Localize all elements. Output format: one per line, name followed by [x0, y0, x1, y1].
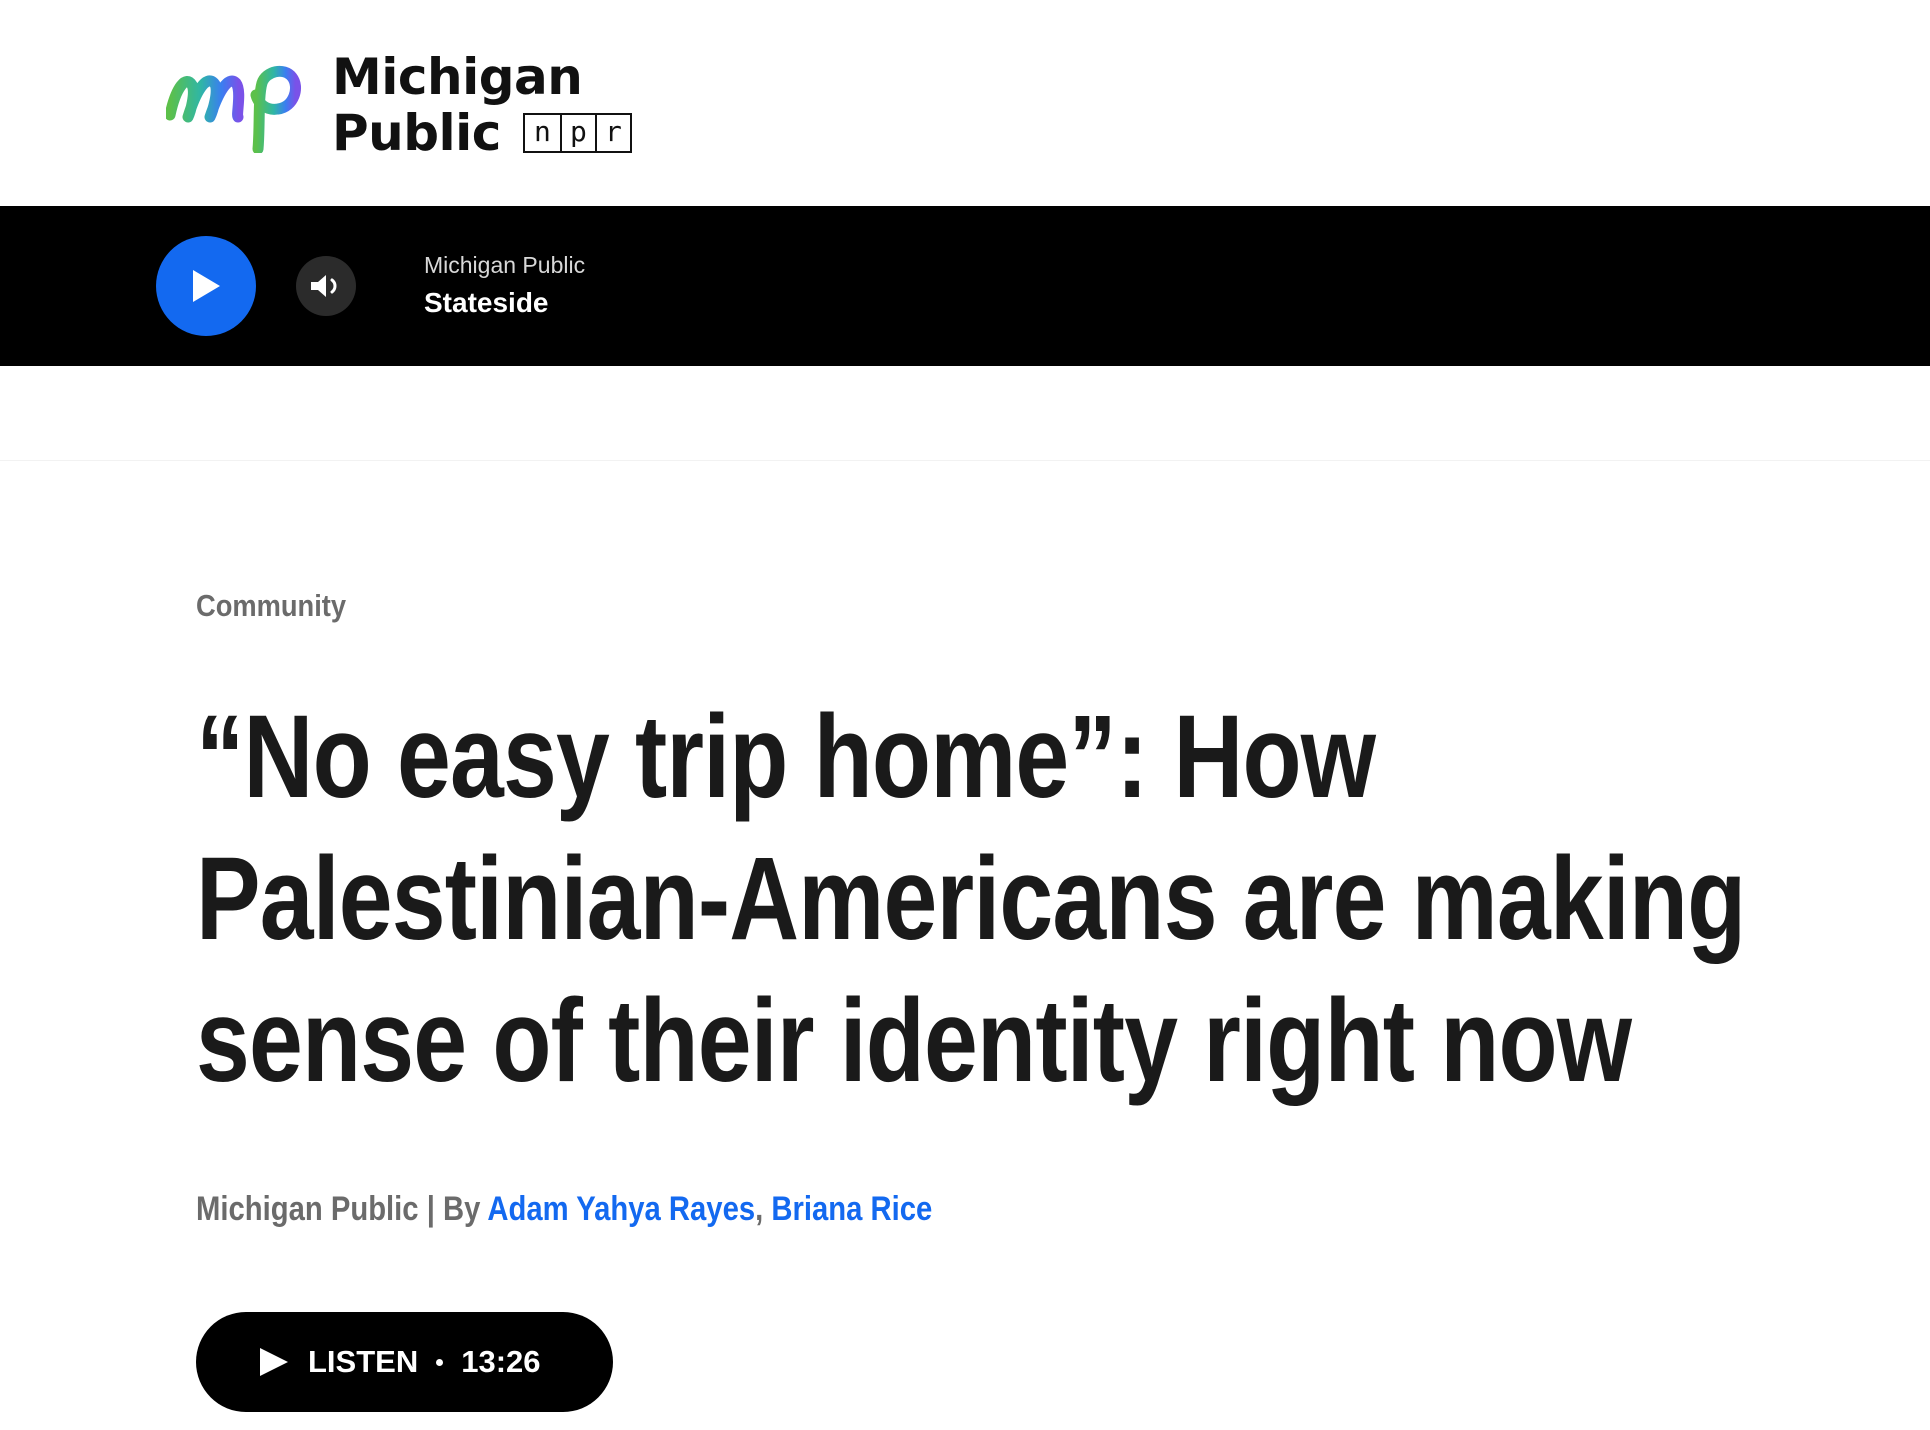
article-byline: Michigan Public | By Adam Yahya Rayes, B…: [196, 1190, 932, 1229]
station-name: Michigan Public: [424, 252, 586, 278]
author-link-adam-yahya-rayes[interactable]: Adam Yahya Rayes: [487, 1190, 755, 1228]
now-playing-info[interactable]: Michigan Public Stateside: [424, 254, 585, 317]
site-header: Michigan Public n p r: [0, 0, 1930, 206]
listen-duration: 13:26: [461, 1344, 541, 1379]
listen-button[interactable]: LISTEN 13:26: [196, 1312, 613, 1412]
logo-line-michigan: Michigan: [332, 48, 583, 106]
npr-logo: n p r: [522, 113, 632, 153]
byline-source: Michigan Public: [196, 1190, 419, 1228]
volume-button[interactable]: [296, 256, 356, 316]
byline-separator: |: [418, 1190, 444, 1228]
play-icon: [193, 270, 220, 302]
byline-by: By: [443, 1190, 488, 1228]
site-logo[interactable]: Michigan Public n p r: [166, 50, 632, 160]
listen-label: LISTEN: [308, 1344, 419, 1379]
show-name: Stateside: [424, 287, 549, 318]
live-player-bar: Michigan Public Stateside: [0, 206, 1930, 366]
play-icon: [260, 1348, 288, 1376]
mp-logo-icon: [166, 65, 301, 153]
article-category-link[interactable]: Community: [196, 588, 346, 624]
npr-letter-n: n: [534, 115, 551, 148]
listen-dot-separator: [436, 1358, 444, 1366]
article-headline: “No easy trip home”: How Palestinian-Ame…: [196, 691, 1746, 1107]
npr-letter-r: r: [594, 115, 630, 151]
npr-letter-p: p: [559, 115, 595, 151]
author-link-briana-rice[interactable]: Briana Rice: [771, 1190, 932, 1228]
volume-icon: [311, 275, 337, 297]
divider: [0, 460, 1930, 461]
author-separator: ,: [755, 1190, 772, 1228]
logo-line-public: Public: [332, 104, 501, 162]
logo-line2: Public n p r: [332, 108, 632, 158]
logo-wordmark: Michigan Public n p r: [332, 52, 632, 158]
live-play-button[interactable]: [156, 236, 256, 336]
